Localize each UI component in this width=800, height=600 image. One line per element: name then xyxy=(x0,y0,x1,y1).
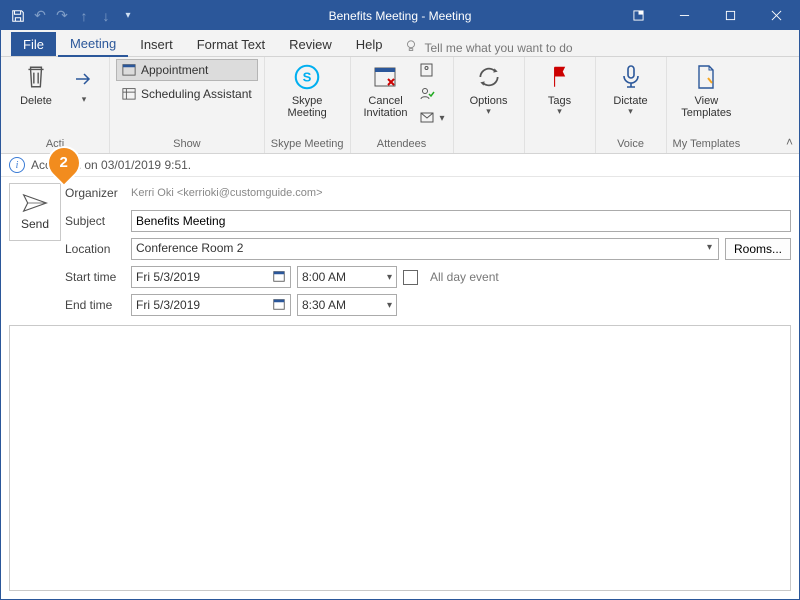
title-bar: ↶ ↷ ↑ ↓ ▾ Benefits Meeting - Meeting xyxy=(1,1,799,30)
group-tags: Tags ▾ xyxy=(525,57,596,153)
scheduling-icon xyxy=(122,86,136,103)
save-icon[interactable] xyxy=(7,5,29,27)
group-options: Options ▾ xyxy=(454,57,525,153)
options-button[interactable]: Options ▾ xyxy=(460,59,518,119)
minimize-button[interactable] xyxy=(661,1,707,30)
info-bar: i Accepted on 03/01/2019 9:51. xyxy=(1,154,799,177)
end-time-picker[interactable]: 8:30 AM ▾ xyxy=(297,294,397,316)
tags-button[interactable]: Tags ▾ xyxy=(531,59,589,119)
send-icon xyxy=(22,193,48,213)
delete-button[interactable]: Delete xyxy=(7,59,65,109)
chevron-down-icon: ▾ xyxy=(486,107,491,117)
end-time-label: End time xyxy=(65,298,125,312)
meeting-form: Send Organizer Kerri Oki <kerrioki@custo… xyxy=(1,177,799,317)
redo-icon[interactable]: ↷ xyxy=(51,5,73,27)
appointment-button[interactable]: Appointment xyxy=(116,59,258,81)
next-icon[interactable]: ↓ xyxy=(95,5,117,27)
group-attendees: Cancel Invitation ▾ Attendees xyxy=(351,57,454,153)
response-options-icon xyxy=(419,110,435,126)
chevron-down-icon: ▾ xyxy=(557,107,562,117)
dictate-button[interactable]: Dictate ▾ xyxy=(602,59,660,119)
group-actions: Delete ▾ Acti xyxy=(1,57,110,153)
scheduling-assistant-button[interactable]: Scheduling Assistant xyxy=(116,83,258,105)
all-day-label: All day event xyxy=(430,270,499,284)
address-book-icon xyxy=(419,62,435,78)
chevron-down-icon: ▾ xyxy=(82,95,87,105)
qat-customize-icon[interactable]: ▾ xyxy=(117,5,139,27)
address-book-button[interactable] xyxy=(417,59,447,81)
skype-meeting-button[interactable]: S Skype Meeting xyxy=(278,59,336,121)
skype-icon: S xyxy=(292,61,322,93)
quick-access-toolbar: ↶ ↷ ↑ ↓ ▾ xyxy=(1,1,139,30)
organizer-label: Organizer xyxy=(65,186,125,200)
message-body[interactable] xyxy=(9,325,791,591)
start-date-picker[interactable]: Fri 5/3/2019 xyxy=(131,266,291,288)
appointment-icon xyxy=(122,62,136,79)
tab-insert[interactable]: Insert xyxy=(128,32,185,56)
start-time-label: Start time xyxy=(65,270,125,284)
forward-icon xyxy=(74,63,94,95)
lightbulb-icon xyxy=(404,39,418,56)
group-show: Appointment Scheduling Assistant Show xyxy=(110,57,265,153)
microphone-icon xyxy=(619,61,643,93)
location-input[interactable]: Conference Room 2 xyxy=(131,238,719,260)
start-time-picker[interactable]: 8:00 AM ▾ xyxy=(297,266,397,288)
svg-text:S: S xyxy=(303,70,312,85)
cancel-invitation-icon xyxy=(372,61,400,93)
templates-icon xyxy=(694,61,718,93)
undo-icon[interactable]: ↶ xyxy=(29,5,51,27)
all-day-checkbox[interactable] xyxy=(403,270,418,285)
ribbon-display-options-icon[interactable] xyxy=(615,1,661,30)
window-controls xyxy=(615,1,799,30)
recurrence-icon xyxy=(476,61,502,93)
tab-format-text[interactable]: Format Text xyxy=(185,32,277,56)
group-skype-meeting: S Skype Meeting Skype Meeting xyxy=(265,57,351,153)
cancel-invitation-button[interactable]: Cancel Invitation xyxy=(357,59,415,121)
tab-help[interactable]: Help xyxy=(344,32,395,56)
outlook-meeting-window: ↶ ↷ ↑ ↓ ▾ Benefits Meeting - Meeting Fil… xyxy=(0,0,800,600)
group-voice: Dictate ▾ Voice xyxy=(596,57,667,153)
subject-label: Subject xyxy=(65,214,125,228)
end-date-picker[interactable]: Fri 5/3/2019 xyxy=(131,294,291,316)
group-my-templates: View Templates My Templates xyxy=(667,57,747,153)
previous-icon[interactable]: ↑ xyxy=(73,5,95,27)
chevron-down-icon: ▾ xyxy=(440,113,445,124)
maximize-button[interactable] xyxy=(707,1,753,30)
tab-meeting[interactable]: Meeting xyxy=(58,31,128,57)
view-templates-button[interactable]: View Templates xyxy=(675,59,737,121)
check-names-button[interactable] xyxy=(417,83,447,105)
chevron-down-icon: ▾ xyxy=(387,300,392,311)
calendar-icon xyxy=(272,269,286,286)
check-names-icon xyxy=(419,86,435,102)
info-text: Accepted on 03/01/2019 9:51. xyxy=(31,158,191,172)
info-icon: i xyxy=(9,157,25,173)
tab-file[interactable]: File xyxy=(11,32,56,56)
trash-icon xyxy=(25,61,47,93)
close-button[interactable] xyxy=(753,1,799,30)
collapse-ribbon-icon[interactable]: ˄ xyxy=(786,135,793,149)
chevron-down-icon: ▾ xyxy=(628,107,633,117)
flag-icon xyxy=(549,61,571,93)
calendar-icon xyxy=(272,297,286,314)
response-options-button[interactable]: ▾ xyxy=(417,107,447,129)
organizer-value: Kerri Oki <kerrioki@customguide.com> xyxy=(131,187,323,199)
send-button[interactable]: Send xyxy=(9,183,61,241)
chevron-down-icon: ▾ xyxy=(387,272,392,283)
tab-review[interactable]: Review xyxy=(277,32,344,56)
ribbon: Delete ▾ Acti Appointment xyxy=(1,57,799,154)
tell-me-placeholder: Tell me what you want to do xyxy=(424,41,572,55)
forward-split-button[interactable]: ▾ xyxy=(65,59,103,107)
ribbon-tabs: File Meeting Insert Format Text Review H… xyxy=(1,30,799,57)
rooms-button[interactable]: Rooms... xyxy=(725,238,791,260)
location-label: Location xyxy=(65,242,125,256)
tell-me-search[interactable]: Tell me what you want to do xyxy=(404,39,572,56)
subject-input[interactable] xyxy=(131,210,791,232)
